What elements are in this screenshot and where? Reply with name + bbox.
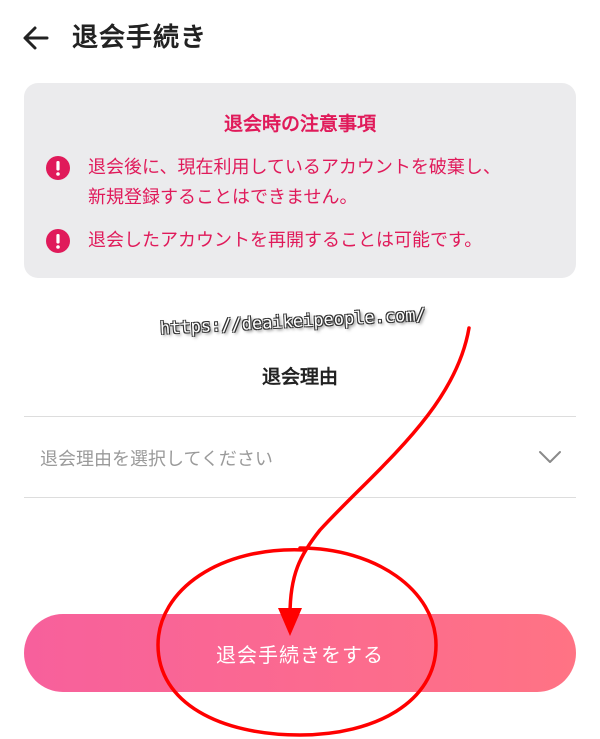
exclamation-circle-icon bbox=[46, 156, 70, 180]
withdraw-submit-button[interactable]: 退会手続きをする bbox=[24, 614, 576, 692]
watermark-url: https://deaikeipeople.com/ bbox=[159, 305, 427, 339]
exclamation-circle-icon bbox=[46, 229, 70, 253]
notice-item: 退会後に、現在利用しているアカウントを破棄し、 新規登録することはできません。 bbox=[46, 153, 558, 213]
page-title: 退会手続き bbox=[72, 23, 208, 53]
notice-text-line: 退会後に、現在利用しているアカウントを破棄し、 bbox=[88, 157, 501, 178]
notice-text: 退会したアカウントを再開することは可能です。 bbox=[88, 226, 558, 256]
notice-box: 退会時の注意事項 退会後に、現在利用しているアカウントを破棄し、 新規登録するこ… bbox=[24, 83, 576, 278]
back-button[interactable] bbox=[18, 20, 54, 56]
notice-item: 退会したアカウントを再開することは可能です。 bbox=[46, 226, 558, 256]
notice-text-line: 退会したアカウントを再開することは可能です。 bbox=[88, 230, 483, 251]
app-header: 退会手続き bbox=[0, 0, 600, 76]
arrow-left-icon bbox=[23, 26, 49, 50]
reason-select[interactable]: 退会理由を選択してください bbox=[24, 416, 576, 498]
reason-label: 退会理由 bbox=[261, 366, 338, 388]
chevron-down-icon bbox=[539, 451, 561, 463]
withdrawal-page: 退会手続き 退会時の注意事項 退会後に、現在利用しているアカウントを破棄し、 新… bbox=[0, 0, 600, 739]
reason-select-placeholder: 退会理由を選択してください bbox=[40, 449, 273, 470]
notice-text-line: 新規登録することはできません。 bbox=[88, 187, 358, 208]
notice-text: 退会後に、現在利用しているアカウントを破棄し、 新規登録することはできません。 bbox=[88, 153, 558, 213]
notice-title: 退会時の注意事項 bbox=[223, 113, 376, 135]
withdraw-submit-label: 退会手続きをする bbox=[216, 642, 384, 667]
